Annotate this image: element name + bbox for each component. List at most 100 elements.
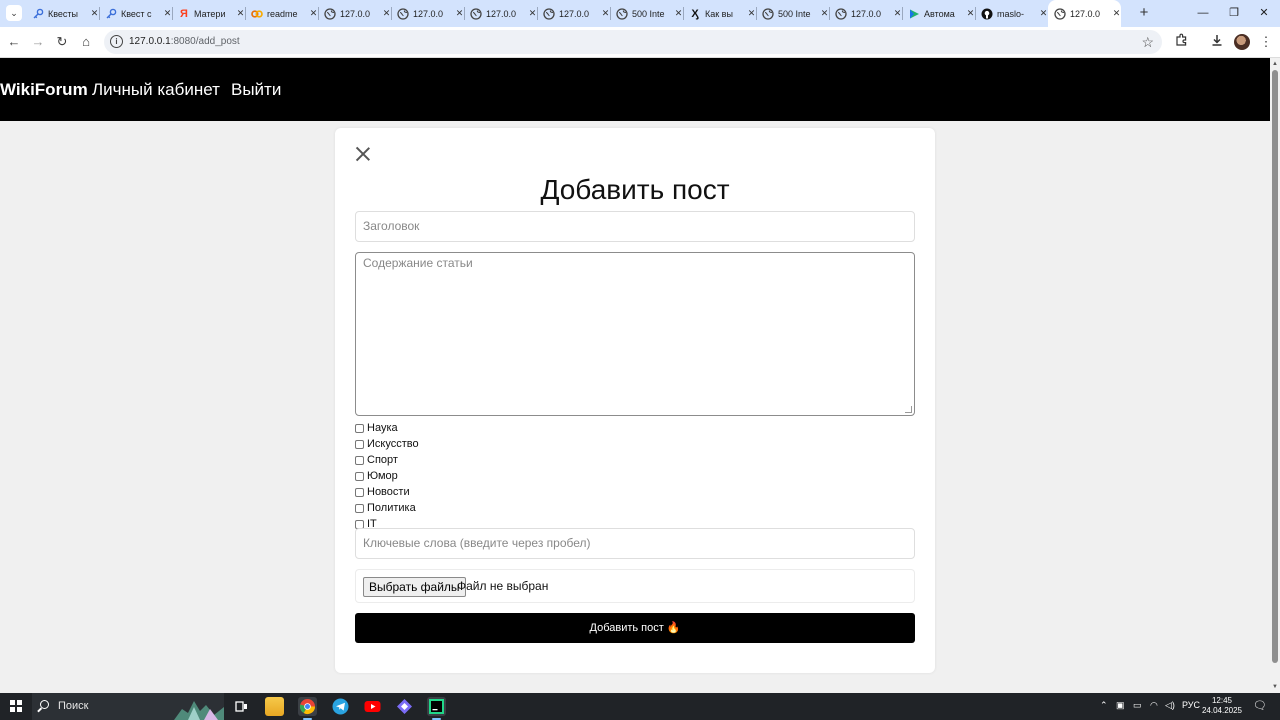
nav-link-logout[interactable]: Выйти bbox=[231, 80, 281, 100]
home-icon[interactable]: ⌂ bbox=[77, 33, 95, 51]
browser-tab[interactable]: maslo- ✕ bbox=[975, 0, 1048, 27]
site-info-icon[interactable]: i bbox=[110, 35, 123, 48]
page-title: Добавить пост bbox=[540, 174, 730, 205]
category-option[interactable]: Политика bbox=[355, 500, 416, 516]
browser-tab[interactable]: Автома ✕ bbox=[902, 0, 975, 27]
pycharm-icon[interactable] bbox=[427, 697, 446, 720]
tab-close-icon[interactable]: ✕ bbox=[966, 8, 975, 19]
content-textarea[interactable]: Содержание статьи bbox=[355, 252, 915, 416]
content-placeholder: Содержание статьи bbox=[363, 256, 473, 270]
scroll-down-arrow-icon[interactable]: ▼ bbox=[1271, 683, 1279, 691]
notifications-icon[interactable]: 🗨 bbox=[1253, 699, 1267, 712]
browser-tab[interactable]: Ӽ Как вы ✕ bbox=[683, 0, 756, 27]
tab-search-chevron-icon[interactable]: ⌄ bbox=[6, 5, 22, 21]
x-icon: Ӽ bbox=[691, 7, 699, 20]
browser-tab-strip: ⌄ Квесты ✕ Квест с ✕ Я Матери ✕ readme ✕ 127.0.0 ✕… bbox=[0, 0, 1280, 27]
address-bar[interactable]: i 127.0.0.1:8080/add_post ☆ bbox=[104, 30, 1162, 54]
browser-tab[interactable]: Квест с ✕ bbox=[99, 0, 172, 27]
category-option[interactable]: Искусство bbox=[355, 436, 419, 452]
tab-close-icon[interactable]: ✕ bbox=[1039, 8, 1048, 19]
bookmark-star-icon[interactable]: ☆ bbox=[1141, 33, 1154, 51]
window-close-icon[interactable]: ✕ bbox=[1254, 5, 1274, 21]
tab-close-icon[interactable]: ✕ bbox=[309, 8, 318, 19]
tab-list: Квесты ✕ Квест с ✕ Я Матери ✕ readme ✕ 127.0.0 ✕ 12… bbox=[26, 0, 1121, 27]
add-post-button[interactable]: Добавить пост 🔥 bbox=[355, 613, 915, 643]
category-checkbox[interactable] bbox=[355, 455, 364, 465]
keywords-placeholder: Ключевые слова (введите через пробел) bbox=[363, 536, 591, 550]
keywords-input[interactable]: Ключевые слова (введите через пробел) bbox=[355, 528, 915, 559]
category-checkbox[interactable] bbox=[355, 471, 364, 481]
browser-tab[interactable]: 127.0.0 ✕ bbox=[464, 0, 537, 27]
browser-tab[interactable]: 127.0.0 ✕ bbox=[318, 0, 391, 27]
category-option[interactable]: Новости bbox=[355, 484, 410, 500]
windows-start-icon[interactable] bbox=[10, 700, 22, 712]
category-option[interactable]: Спорт bbox=[355, 452, 398, 468]
browser-tab[interactable]: 127.0.0 ✕ bbox=[829, 0, 902, 27]
tab-close-icon[interactable]: ✕ bbox=[236, 8, 245, 19]
file-explorer-icon[interactable] bbox=[265, 697, 284, 716]
taskbar-clock[interactable]: 12:45 24.04.2025 bbox=[1200, 696, 1244, 716]
browser-tab[interactable]: Квесты ✕ bbox=[26, 0, 99, 27]
category-label: Новости bbox=[367, 486, 410, 498]
taskbar-search-box[interactable]: Поиск bbox=[32, 693, 224, 720]
category-option[interactable]: Наука bbox=[355, 420, 398, 436]
browser-tab[interactable]: readme ✕ bbox=[245, 0, 318, 27]
new-tab-plus-icon[interactable]: + bbox=[1136, 5, 1152, 21]
reload-icon[interactable]: ↻ bbox=[53, 33, 71, 51]
choose-files-button[interactable]: Выбрать файлы bbox=[363, 577, 466, 597]
tray-overflow-chevron-icon[interactable]: ⌃ bbox=[1100, 700, 1108, 711]
nav-link-account[interactable]: Личный кабинет bbox=[92, 80, 220, 100]
input-language[interactable]: РУС bbox=[1182, 700, 1200, 710]
volume-icon[interactable]: ◁) bbox=[1165, 700, 1175, 711]
wifi-icon[interactable]: ◠ bbox=[1150, 700, 1158, 711]
url-host: 127.0.0.1 bbox=[129, 36, 171, 47]
browser-tab[interactable]: 127.0.0 ✕ bbox=[1048, 0, 1121, 27]
tab-title: 127.0.0 bbox=[1070, 8, 1101, 19]
url-text[interactable]: 127.0.0.1:8080/add_post bbox=[129, 36, 240, 47]
tab-close-icon[interactable]: ✕ bbox=[528, 8, 537, 19]
tab-close-icon[interactable]: ✕ bbox=[90, 8, 99, 19]
tray-device-icon[interactable]: ▣ bbox=[1116, 700, 1125, 711]
tab-close-icon[interactable]: ✕ bbox=[820, 8, 829, 19]
browser-tab[interactable]: 127.0.0 ✕ bbox=[537, 0, 610, 27]
tab-close-icon[interactable]: ✕ bbox=[674, 8, 683, 19]
category-checkbox[interactable] bbox=[355, 423, 364, 433]
chrome-icon[interactable] bbox=[298, 697, 317, 720]
tab-close-icon[interactable]: ✕ bbox=[747, 8, 756, 19]
restore-icon[interactable]: ❐ bbox=[1224, 5, 1244, 21]
telegram-icon[interactable] bbox=[331, 697, 350, 716]
minimize-icon[interactable]: — bbox=[1193, 5, 1213, 21]
category-checkbox[interactable] bbox=[355, 439, 364, 449]
scroll-up-arrow-icon[interactable]: ▲ bbox=[1271, 60, 1279, 68]
browser-tab[interactable]: Я Матери ✕ bbox=[172, 0, 245, 27]
browser-menu-icon[interactable]: ⋮ bbox=[1257, 33, 1275, 51]
extensions-puzzle-icon[interactable] bbox=[1173, 33, 1191, 51]
task-view-icon[interactable] bbox=[232, 697, 251, 716]
scrollbar-thumb[interactable] bbox=[1272, 70, 1278, 663]
tab-close-icon[interactable]: ✕ bbox=[455, 8, 464, 19]
tab-close-icon[interactable]: ✕ bbox=[893, 8, 902, 19]
tab-close-icon[interactable]: ✕ bbox=[1112, 8, 1121, 19]
app-diamond-icon[interactable] bbox=[395, 697, 414, 716]
brand-logo[interactable]: WikiForum bbox=[0, 80, 88, 100]
browser-tab[interactable]: 500 Inte ✕ bbox=[610, 0, 683, 27]
battery-icon[interactable]: ▭ bbox=[1133, 700, 1142, 711]
title-input[interactable]: Заголовок bbox=[355, 211, 915, 242]
back-arrow-icon[interactable]: ← bbox=[5, 33, 23, 51]
browser-tab[interactable]: 127.0.0 ✕ bbox=[391, 0, 464, 27]
profile-avatar[interactable] bbox=[1234, 34, 1250, 50]
downloads-icon[interactable] bbox=[1208, 33, 1226, 51]
page-scrollbar[interactable]: ▲ ▼ bbox=[1270, 58, 1280, 693]
category-checkbox[interactable] bbox=[355, 503, 364, 513]
close-icon[interactable] bbox=[355, 146, 371, 162]
resize-handle[interactable] bbox=[905, 406, 912, 413]
tab-close-icon[interactable]: ✕ bbox=[601, 8, 610, 19]
tab-close-icon[interactable]: ✕ bbox=[163, 8, 172, 19]
browser-tab[interactable]: 500 Inte ✕ bbox=[756, 0, 829, 27]
forward-arrow-icon[interactable]: → bbox=[29, 33, 47, 51]
category-label: Спорт bbox=[367, 454, 398, 466]
category-checkbox[interactable] bbox=[355, 487, 364, 497]
youtube-icon[interactable] bbox=[363, 697, 382, 716]
tab-close-icon[interactable]: ✕ bbox=[382, 8, 391, 19]
category-option[interactable]: Юмор bbox=[355, 468, 398, 484]
